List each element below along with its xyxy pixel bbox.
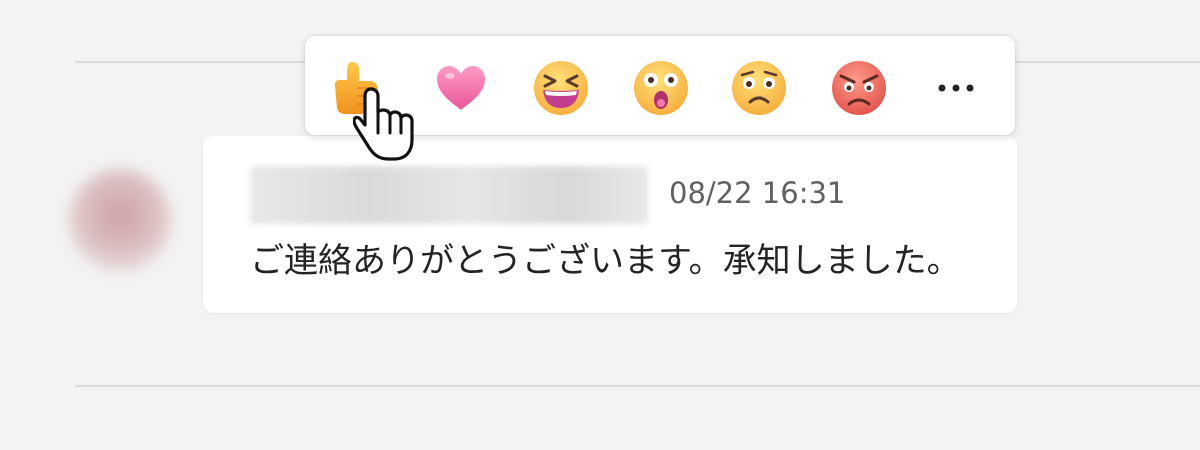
- more-reactions-button[interactable]: [923, 66, 989, 110]
- heart-icon: [437, 66, 485, 110]
- message-body: ご連絡ありがとうございます。承知しました。: [250, 241, 961, 281]
- reaction-angry-button[interactable]: [829, 58, 889, 118]
- divider-bottom: [75, 385, 1200, 387]
- reaction-surprised-button[interactable]: [631, 58, 691, 118]
- avatar[interactable]: [68, 168, 172, 272]
- surprised-face-icon: [634, 61, 688, 115]
- reaction-heart-button[interactable]: [431, 58, 491, 118]
- sad-face-icon: [732, 61, 786, 115]
- reaction-sad-button[interactable]: [729, 58, 789, 118]
- hand-pointer-cursor-icon: [353, 83, 415, 163]
- message-timestamp: 08/22 16:31: [669, 176, 846, 210]
- message-card[interactable]: 08/22 16:31 ご連絡ありがとうございます。承知しました。: [203, 136, 1017, 313]
- angry-face-icon: [832, 61, 886, 115]
- laughing-face-icon: [534, 61, 588, 115]
- reaction-laugh-button[interactable]: [531, 58, 591, 118]
- more-options-icon: [938, 84, 974, 92]
- author-name-blurred: [250, 166, 648, 224]
